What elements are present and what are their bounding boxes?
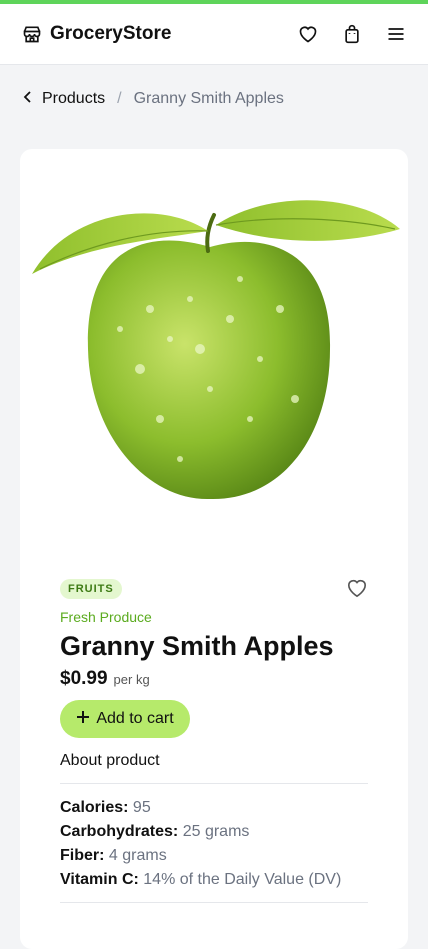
breadcrumb-separator: / [117, 90, 122, 107]
store-icon [22, 24, 42, 44]
nutrition-row: Vitamin C: 14% of the Daily Value (DV) [60, 871, 342, 888]
shopping-bag-icon[interactable] [342, 24, 362, 44]
add-to-cart-button[interactable]: Add to cart [60, 700, 190, 738]
breadcrumb-current: Granny Smith Apples [133, 90, 284, 107]
nutrition-row: Calories: 95 [60, 799, 151, 816]
breadcrumb-products-link[interactable]: Products [42, 90, 105, 108]
nutrition-row: Fiber: 4 grams [60, 847, 167, 864]
brand[interactable]: GroceryStore [22, 23, 298, 45]
brand-name: GroceryStore [50, 23, 172, 44]
heart-icon[interactable] [298, 24, 318, 44]
product-title: Granny Smith Apples [60, 631, 334, 661]
product-card: FRUITS Fresh Produce Granny Smith Apples… [20, 149, 408, 949]
product-details: FRUITS Fresh Produce Granny Smith Apples… [60, 578, 368, 903]
product-category: Fresh Produce [60, 609, 152, 625]
product-price: $0.99 [60, 668, 108, 689]
chevron-left-icon[interactable] [22, 90, 34, 109]
menu-icon[interactable] [386, 24, 406, 44]
app-header: GroceryStore [0, 4, 428, 65]
about-product-heading: About product [60, 752, 368, 784]
price-unit: per kg [113, 672, 150, 687]
plus-icon [76, 710, 90, 729]
nutrition-row: Carbohydrates: 25 grams [60, 823, 250, 840]
add-to-cart-label: Add to cart [96, 710, 174, 727]
breadcrumb: Products / Granny Smith Apples [0, 79, 428, 119]
category-badge: FRUITS [60, 579, 122, 599]
product-image [30, 189, 400, 509]
favorite-heart-icon[interactable] [346, 578, 368, 600]
nutrition-list: Calories: 95 Carbohydrates: 25 grams Fib… [60, 784, 368, 903]
